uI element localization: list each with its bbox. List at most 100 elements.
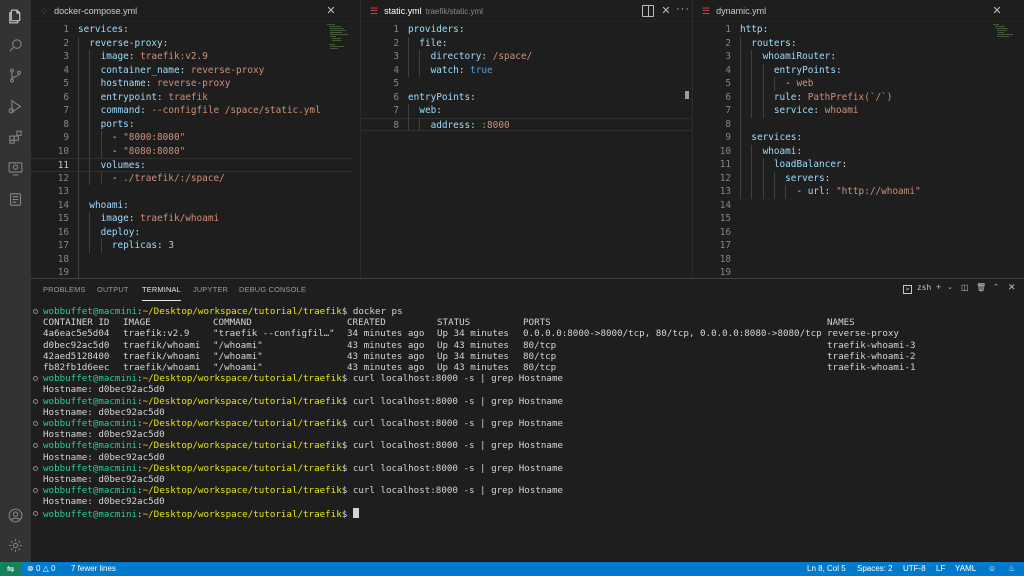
docker-icon[interactable] [0, 185, 31, 213]
cursor-position[interactable]: Ln 8, Col 5 [807, 562, 846, 576]
code-line[interactable]: 16 deploy: [31, 226, 353, 240]
code-line[interactable]: 6 entryPoints: [361, 91, 692, 105]
command-decoration-icon[interactable] [33, 443, 38, 449]
encoding[interactable]: UTF-8 [903, 562, 926, 576]
code-line[interactable]: 8 ports: [31, 118, 353, 132]
code-editor[interactable]: 1 providers: 2 file: 3 directory: /space/4 … [361, 22, 692, 278]
code-line[interactable]: 11 loadBalancer: [693, 158, 1024, 172]
tab-debug-console[interactable]: DEBUG CONSOLE [239, 279, 306, 301]
command-decoration-icon[interactable] [33, 376, 38, 382]
code-line[interactable]: 19 [31, 266, 353, 278]
tab-jupyter[interactable]: JUPYTER [193, 279, 228, 301]
code-line[interactable]: 3 directory: /space/ [361, 50, 692, 64]
settings-gear-icon[interactable] [0, 531, 31, 559]
code-line[interactable]: 5 [361, 77, 692, 91]
tab-problems[interactable]: PROBLEMS [43, 279, 86, 301]
code-line[interactable]: 7 command: --configfile /space/static.ym… [31, 104, 353, 118]
code-line[interactable]: 3 whoamiRouter: [693, 50, 1024, 64]
command-decoration-icon[interactable] [33, 421, 38, 426]
code-line[interactable]: 16 [693, 226, 1024, 240]
source-control-icon[interactable] [0, 61, 31, 89]
more-actions-icon[interactable]: ··· [676, 3, 690, 15]
minimap[interactable] [993, 22, 1015, 82]
code-line[interactable]: 7 web: [361, 104, 692, 118]
code-editor[interactable]: 1 services: 2 reverse-proxy: 3 image: traef… [31, 22, 353, 278]
tab-docker-compose[interactable]: ♢ docker-compose.yml [31, 0, 137, 22]
code-text: providers: [408, 23, 464, 37]
command-decoration-icon[interactable] [33, 309, 38, 314]
search-icon[interactable] [0, 31, 31, 59]
code-line[interactable]: 18 [31, 253, 353, 267]
remote-explorer-icon[interactable] [0, 154, 31, 182]
code-line[interactable]: 13 - url: "http://whoami" [693, 185, 1024, 199]
command-decoration-icon[interactable] [33, 488, 38, 494]
code-line[interactable]: 2 file: [361, 37, 692, 51]
chevron-down-icon[interactable]: ⌄ [947, 283, 953, 291]
code-line[interactable]: 15 [693, 212, 1024, 226]
code-line[interactable]: 9 services: [693, 131, 1024, 145]
tab-dynamic[interactable]: ☰ dynamic.yml [693, 0, 766, 22]
terminal-shell-selector[interactable]: > zsh [903, 283, 931, 294]
code-line[interactable]: 6 rule: PathPrefix(`/`) [693, 91, 1024, 105]
tab-static[interactable]: ☰ static.yml traefik/static.yml [361, 0, 483, 22]
extensions-icon[interactable] [0, 123, 31, 151]
code-line[interactable]: 17 replicas: 3 [31, 239, 353, 253]
code-token: whoamiRouter [762, 51, 831, 62]
code-line[interactable]: 10 - "8080:8080" [31, 145, 353, 159]
close-icon[interactable]: ✕ [991, 5, 1003, 17]
code-line[interactable]: 1 providers: [361, 23, 692, 37]
code-line[interactable]: 5 hostname: reverse-proxy [31, 77, 353, 91]
code-line[interactable]: 13 [31, 185, 353, 199]
close-panel-icon[interactable]: ✕ [1008, 282, 1016, 293]
line-ending[interactable]: LF [936, 562, 945, 576]
code-line[interactable]: 3 image: traefik:v2.9 [31, 50, 353, 64]
split-terminal-icon[interactable]: ◫ [961, 283, 969, 292]
code-line[interactable]: 2 reverse-proxy: [31, 37, 353, 51]
code-line[interactable]: 7 service: whoami [693, 104, 1024, 118]
code-line[interactable]: 12 servers: [693, 172, 1024, 186]
code-line[interactable]: 8 address: :8000 [361, 117, 692, 131]
code-line[interactable]: 1 services: [31, 23, 353, 37]
code-line[interactable]: 14 whoami: [31, 199, 353, 213]
code-line[interactable]: 4 container_name: reverse-proxy [31, 64, 353, 78]
code-line[interactable]: 6 entrypoint: traefik [31, 91, 353, 105]
account-icon[interactable] [0, 501, 31, 529]
tab-terminal[interactable]: TERMINAL [142, 279, 181, 301]
code-line[interactable]: 4 entryPoints: [693, 64, 1024, 78]
code-line[interactable]: 11 volumes: [31, 158, 353, 172]
code-editor[interactable]: 1 http: 2 routers: 3 whoamiRouter: 4 entryPo… [693, 22, 1024, 278]
code-line[interactable]: 8 [693, 118, 1024, 132]
code-line[interactable]: 10 whoami: [693, 145, 1024, 159]
command-decoration-icon[interactable] [33, 510, 38, 516]
maximize-panel-icon[interactable]: ⌃ [993, 283, 999, 291]
terminal[interactable]: wobbuffet@macmini:~/Desktop/workspace/tu… [31, 301, 1024, 562]
language-mode[interactable]: YAML [955, 562, 976, 576]
code-line[interactable]: 15 image: traefik/whoami [31, 212, 353, 226]
code-line[interactable]: 12 - ./traefik/:/space/ [31, 172, 353, 186]
tab-output[interactable]: OUTPUT [97, 279, 129, 301]
code-line[interactable]: 9 - "8000:8000" [31, 131, 353, 145]
indentation[interactable]: Spaces: 2 [857, 562, 893, 576]
code-line[interactable]: 5 - web [693, 77, 1024, 91]
feedback-icon[interactable]: ☺ [988, 562, 996, 576]
close-icon[interactable]: ✕ [325, 5, 337, 17]
split-editor-icon[interactable] [642, 5, 654, 17]
code-line[interactable]: 1 http: [693, 23, 1024, 37]
close-icon[interactable]: ✕ [660, 5, 672, 17]
new-terminal-icon[interactable]: + [936, 282, 941, 292]
code-line[interactable]: 4 watch: true [361, 64, 692, 78]
explorer-icon[interactable] [0, 2, 31, 30]
remote-indicator-icon[interactable]: ⇋ [0, 562, 21, 576]
command-decoration-icon[interactable] [33, 398, 38, 404]
trash-icon[interactable]: 🗑 [976, 283, 986, 292]
code-line[interactable]: 19 [693, 266, 1024, 278]
notifications-bell-icon[interactable]: ♨ [1008, 562, 1015, 576]
code-line[interactable]: 17 [693, 239, 1024, 253]
code-line[interactable]: 2 routers: [693, 37, 1024, 51]
minimap[interactable] [327, 22, 349, 82]
command-decoration-icon[interactable] [33, 465, 38, 471]
problems-indicator[interactable]: ⊗ 0 △ 0 [27, 562, 55, 576]
run-debug-icon[interactable] [0, 92, 31, 120]
code-line[interactable]: 18 [693, 253, 1024, 267]
code-line[interactable]: 14 [693, 199, 1024, 213]
